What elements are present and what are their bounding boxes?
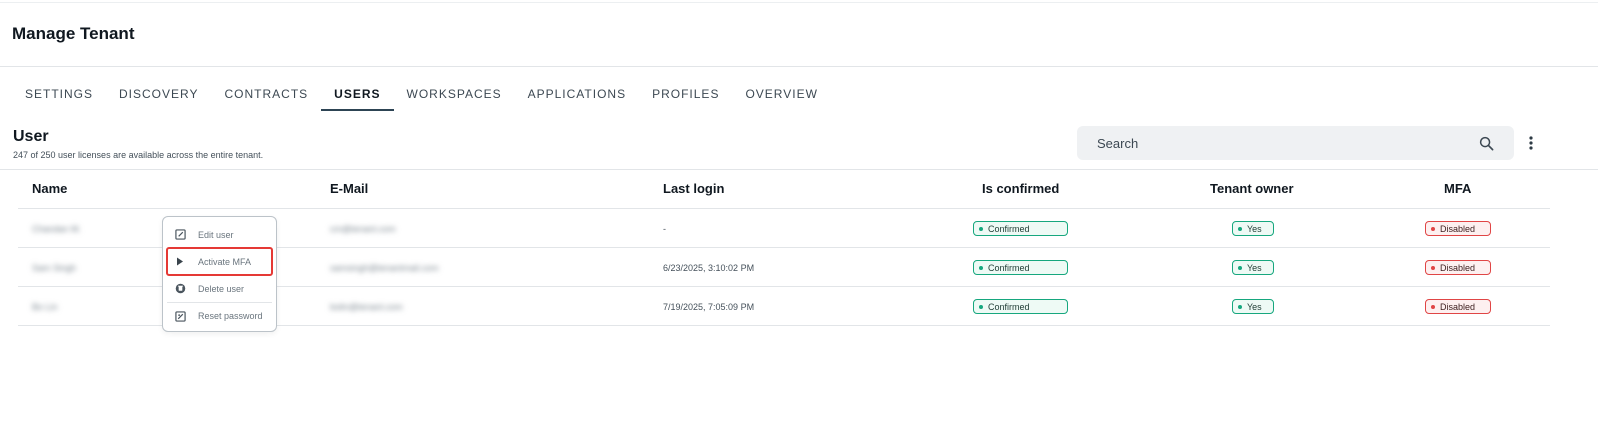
edit-icon: [173, 228, 187, 242]
column-header-is-confirmed[interactable]: Is confirmed: [982, 181, 1059, 196]
column-header-email[interactable]: E-Mail: [330, 181, 368, 196]
confirmed-cell: Confirmed: [973, 248, 1068, 287]
confirmed-cell: Confirmed: [973, 209, 1068, 248]
page-title: Manage Tenant: [12, 24, 135, 43]
search-placeholder: Search: [1097, 135, 1139, 151]
tab-contracts[interactable]: CONTRACTS: [211, 76, 321, 111]
license-summary: 247 of 250 user licenses are available a…: [13, 150, 264, 160]
header-divider: [0, 66, 1598, 67]
owner-cell: Yes: [1232, 287, 1274, 326]
status-badge-mfa: Disabled: [1425, 260, 1491, 275]
status-badge-owner: Yes: [1232, 299, 1274, 314]
column-header-mfa[interactable]: MFA: [1444, 181, 1471, 196]
menu-item-label: Delete user: [198, 283, 245, 294]
status-badge-confirmed: Confirmed: [973, 221, 1068, 236]
tab-applications[interactable]: APPLICATIONS: [515, 76, 639, 111]
mfa-cell: Disabled: [1425, 287, 1491, 326]
status-badge-confirmed: Confirmed: [973, 299, 1068, 314]
tab-profiles[interactable]: PROFILES: [639, 76, 732, 111]
tab-overview[interactable]: OVERVIEW: [732, 76, 830, 111]
column-header-name[interactable]: Name: [32, 181, 67, 196]
top-border: [0, 2, 1598, 3]
status-badge-mfa: Disabled: [1425, 299, 1491, 314]
menu-item-delete-user[interactable]: Delete user: [167, 275, 272, 302]
user-name: Sam Singh: [32, 262, 77, 273]
last-login: 6/23/2025, 3:10:02 PM: [663, 262, 755, 273]
owner-cell: Yes: [1232, 209, 1274, 248]
status-badge-owner: Yes: [1232, 221, 1274, 236]
menu-item-reset-password[interactable]: Reset password: [167, 302, 272, 329]
tab-bar: SETTINGS DISCOVERY CONTRACTS USERS WORKS…: [12, 76, 831, 111]
play-icon: [173, 255, 187, 269]
last-login: 7/19/2025, 7:05:09 PM: [663, 301, 755, 312]
menu-item-label: Activate MFA: [198, 256, 252, 267]
user-email: samsingh@tenantmail.com: [330, 262, 439, 273]
status-badge-confirmed: Confirmed: [973, 260, 1068, 275]
menu-item-label: Reset password: [198, 311, 263, 321]
search-input[interactable]: Search: [1077, 126, 1514, 160]
tab-users[interactable]: USERS: [321, 76, 394, 111]
confirmed-cell: Confirmed: [973, 287, 1068, 326]
status-badge-mfa: Disabled: [1425, 221, 1491, 236]
mfa-cell: Disabled: [1425, 248, 1491, 287]
section-title: User: [13, 128, 49, 145]
user-name: Chandan M.: [32, 223, 82, 234]
user-email: cm@tenant.com: [330, 223, 396, 234]
tab-discovery[interactable]: DISCOVERY: [106, 76, 211, 111]
tab-workspaces[interactable]: WORKSPACES: [394, 76, 515, 111]
user-name: Bo Lin: [32, 301, 58, 312]
column-header-tenant-owner[interactable]: Tenant owner: [1210, 181, 1294, 196]
status-badge-owner: Yes: [1232, 260, 1274, 275]
menu-item-edit-user[interactable]: Edit user: [167, 221, 272, 248]
last-login: -: [663, 223, 666, 234]
search-icon[interactable]: [1478, 135, 1494, 151]
reset-password-icon: [173, 309, 187, 323]
more-options-icon[interactable]: [1522, 132, 1540, 154]
delete-icon: [173, 282, 187, 296]
column-header-last-login[interactable]: Last login: [663, 181, 724, 196]
user-context-menu: Edit user Activate MFA Delete user Reset…: [162, 216, 277, 332]
menu-item-activate-mfa[interactable]: Activate MFA: [166, 247, 273, 276]
user-email: bolin@tenant.com: [330, 301, 403, 312]
menu-item-label: Edit user: [198, 229, 234, 240]
mfa-cell: Disabled: [1425, 209, 1491, 248]
tab-settings[interactable]: SETTINGS: [12, 76, 106, 111]
owner-cell: Yes: [1232, 248, 1274, 287]
table-top-divider: [0, 169, 1598, 170]
